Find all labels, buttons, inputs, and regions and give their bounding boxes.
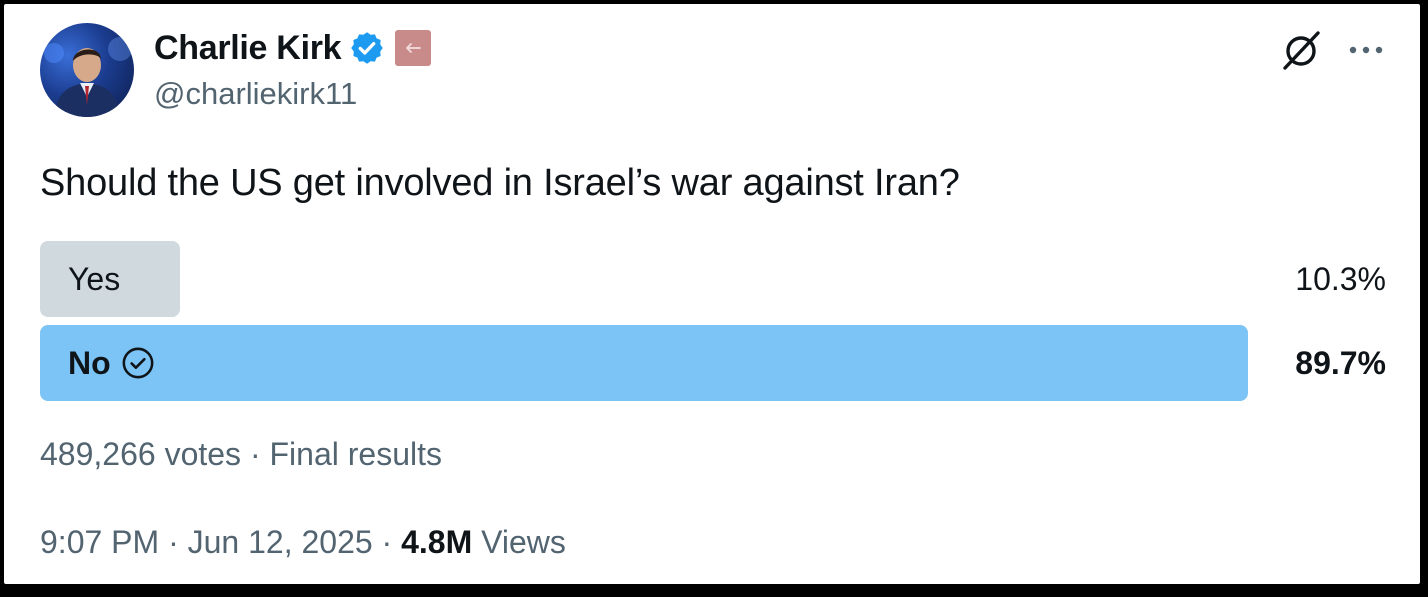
tweet-time[interactable]: 9:07 PM: [40, 524, 159, 560]
grok-icon[interactable]: [1280, 28, 1324, 72]
author-handle[interactable]: @charliekirk11: [154, 76, 357, 112]
verified-badge-icon: [349, 30, 385, 66]
poll-option-yes-percent: 10.3%: [1295, 260, 1386, 297]
author-name-row: Charlie Kirk: [154, 26, 432, 70]
poll-option-label: Yes: [68, 241, 120, 317]
poll-option-no-percent: 89.7%: [1295, 344, 1386, 381]
views-label: Views: [481, 524, 566, 560]
tweet-meta: 9:07 PM · Jun 12, 2025 · 4.8M Views: [40, 524, 566, 561]
tweet-date[interactable]: Jun 12, 2025: [188, 524, 373, 560]
tweet-text: Should the US get involved in Israel’s w…: [40, 162, 960, 204]
poll-bar-no: [40, 325, 1248, 401]
check-circle-icon: [121, 346, 155, 380]
poll-option-yes-label: Yes: [68, 260, 121, 297]
poll-option-label: No: [68, 325, 155, 401]
poll-option-no-label: No: [68, 344, 111, 381]
separator: ·: [381, 524, 393, 560]
poll-status: Final results: [269, 436, 442, 472]
separator: ·: [249, 436, 261, 472]
author-name[interactable]: Charlie Kirk: [154, 29, 342, 68]
tweet-card: Charlie Kirk @charliekirk11 Should the U…: [4, 4, 1420, 584]
more-options-icon[interactable]: [1346, 30, 1386, 70]
views-count: 4.8M: [401, 524, 473, 560]
avatar[interactable]: [40, 23, 134, 117]
poll-votes: 489,266 votes: [40, 436, 242, 472]
separator: ·: [168, 524, 179, 560]
poll-option-yes[interactable]: Yes 10.3%: [40, 241, 1386, 317]
affiliate-badge-icon[interactable]: [395, 30, 432, 66]
poll-option-no[interactable]: No 89.7%: [40, 325, 1386, 401]
poll-summary: 489,266 votes · Final results: [40, 436, 442, 473]
